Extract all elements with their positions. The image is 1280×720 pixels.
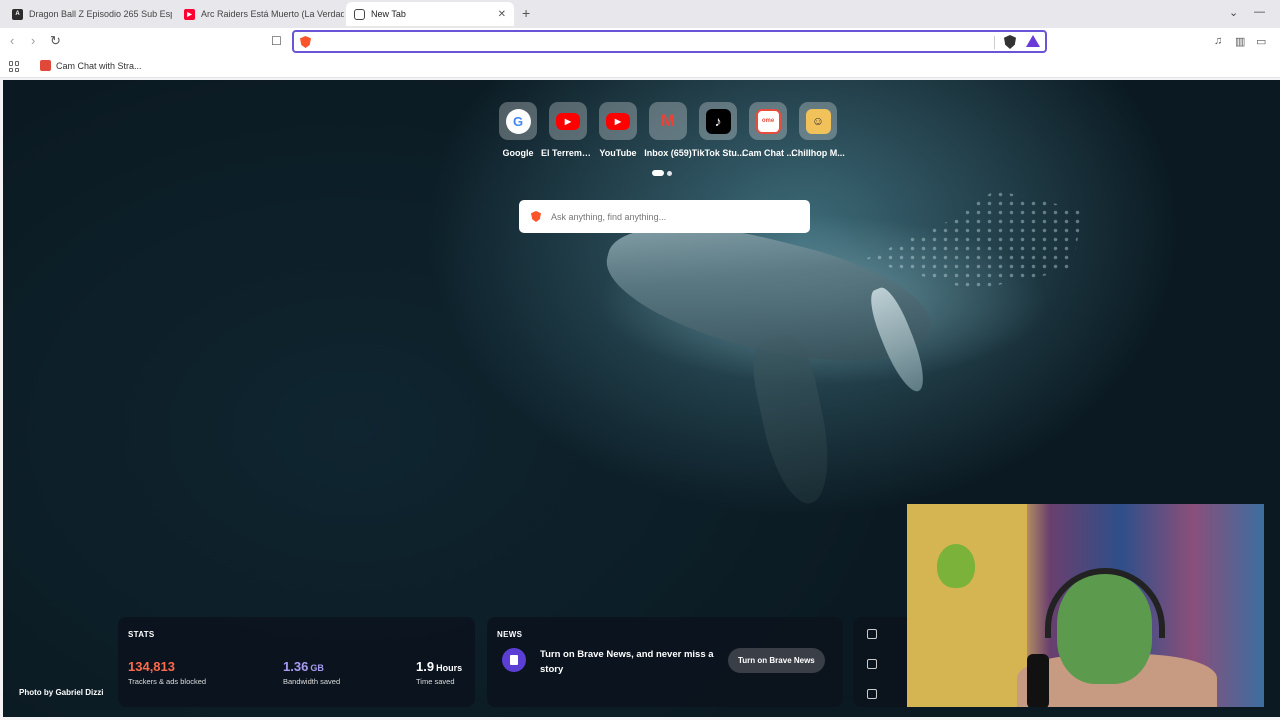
stat-time: 1.9 Hours Time saved: [416, 659, 462, 686]
bandwidth-caption: Bandwidth saved: [283, 677, 341, 686]
stats-heading: STATS: [128, 630, 155, 639]
background-bubbles: [863, 190, 1083, 290]
top-site-google[interactable]: G Google: [493, 102, 543, 158]
time-caption: Time saved: [416, 677, 455, 686]
side-widget: [853, 617, 913, 707]
webcam-wall: [907, 504, 1027, 707]
forward-icon[interactable]: ›: [31, 34, 35, 48]
ani-icon: A: [12, 8, 23, 20]
bookmark-icon[interactable]: ☐: [271, 34, 282, 48]
trackers-caption: Trackers & ads blocked: [128, 677, 207, 686]
stat-bandwidth: 1.36 GB Bandwidth saved: [283, 659, 340, 686]
top-site-label: Google: [502, 148, 534, 158]
tab-arc-raiders[interactable]: ▶ Arc Raiders Está Muerto (La Verdad q: [176, 2, 344, 26]
tab-dragon-ball[interactable]: A Dragon Ball Z Episodio 265 Sub Espa: [4, 2, 172, 26]
shield-icon[interactable]: [867, 629, 877, 639]
webcam-headset: [1045, 568, 1165, 638]
tab-new-tab[interactable]: New Tab ✕: [346, 2, 514, 26]
media-icon[interactable]: ♫: [1214, 35, 1222, 47]
news-icon: [502, 648, 526, 672]
webcam-overlay: [907, 504, 1264, 707]
page-dot-active[interactable]: [652, 170, 664, 176]
google-icon: G: [505, 108, 531, 134]
back-icon[interactable]: ‹: [10, 34, 14, 48]
gmail-icon: M: [660, 111, 676, 130]
turn-on-news-button[interactable]: Turn on Brave News: [728, 648, 825, 673]
search-placeholder: Ask anything, find anything...: [551, 211, 667, 222]
bandwidth-value: 1.36: [283, 659, 309, 674]
brave-lion-icon: [531, 211, 541, 222]
address-bar[interactable]: [292, 30, 1047, 53]
news-widget: NEWS Turn on Brave News, and never miss …: [487, 617, 843, 707]
top-sites: G Google ▶ El Terremot... ▶ YouTube M In…: [493, 102, 845, 158]
youtube-icon: ▶: [556, 112, 580, 130]
webcam-alien-figure: [937, 544, 975, 588]
talk-icon[interactable]: [867, 689, 877, 699]
bookmark-label: Cam Chat with Stra...: [56, 60, 142, 71]
stats-widget: STATS 134,813 Trackers & ads blocked 1.3…: [118, 617, 475, 707]
tab-title: Dragon Ball Z Episodio 265 Sub Espa: [29, 9, 172, 19]
youtube-icon: ▶: [184, 8, 195, 20]
top-site-label: Inbox (659): [644, 148, 692, 158]
top-site-cam-chat[interactable]: ome Cam Chat ...: [742, 102, 795, 158]
close-icon[interactable]: ✕: [498, 9, 506, 20]
tab-strip: A Dragon Ball Z Episodio 265 Sub Espa ▶ …: [0, 0, 1280, 28]
minimize-icon[interactable]: —: [1254, 6, 1265, 18]
bookmark-cam-chat[interactable]: Cam Chat with Stra...: [40, 60, 142, 71]
apps-grid-icon[interactable]: [9, 61, 20, 72]
time-unit: Hours: [436, 663, 463, 673]
time-value: 1.9: [416, 659, 435, 674]
page-dot[interactable]: [667, 170, 672, 176]
chillhop-icon: ☺: [805, 108, 831, 134]
ometv-icon: ome: [755, 108, 781, 134]
ometv-icon: [40, 60, 51, 71]
news-heading: NEWS: [497, 630, 523, 639]
top-site-label: El Terremot...: [541, 148, 595, 158]
tab-title: Arc Raiders Está Muerto (La Verdad q: [201, 9, 344, 19]
tab-search-chevron-icon[interactable]: ⌄: [1229, 6, 1238, 19]
youtube-icon: ▶: [606, 112, 630, 130]
bandwidth-unit: GB: [310, 663, 324, 673]
tab-title: New Tab: [371, 9, 406, 19]
top-site-label: TikTok Stu...: [691, 148, 745, 158]
brave-icon: [354, 8, 365, 20]
brave-shields-icon[interactable]: [1004, 35, 1016, 49]
news-promo-text: Turn on Brave News, and never miss a sto…: [540, 649, 714, 675]
top-site-el-terremoto[interactable]: ▶ El Terremot...: [541, 102, 595, 158]
brave-rewards-icon[interactable]: [1026, 35, 1040, 47]
trackers-value: 134,813: [128, 659, 175, 674]
top-site-inbox[interactable]: M Inbox (659): [643, 102, 693, 158]
top-sites-pager[interactable]: [652, 170, 672, 176]
tiktok-icon: ♪: [705, 108, 731, 134]
search-box[interactable]: Ask anything, find anything...: [519, 200, 810, 233]
reload-icon[interactable]: ↻: [50, 34, 61, 48]
top-site-label: Cam Chat ...: [742, 148, 795, 158]
top-site-label: Chillhop M...: [791, 148, 845, 158]
photo-credit: Photo by Gabriel Dizzi: [19, 688, 104, 697]
rewards-icon[interactable]: [867, 659, 877, 669]
top-site-chillhop[interactable]: ☺ Chillhop M...: [791, 102, 845, 158]
webcam-microphone: [1027, 654, 1049, 707]
stat-trackers: 134,813 Trackers & ads blocked: [128, 659, 206, 686]
top-site-tiktok[interactable]: ♪ TikTok Stu...: [691, 102, 745, 158]
new-tab-button[interactable]: +: [522, 6, 530, 20]
top-site-youtube[interactable]: ▶ YouTube: [593, 102, 643, 158]
sidebar-icon[interactable]: ▥: [1235, 35, 1245, 48]
toolbar: ‹ › ↻ ☐ ♫ ▥ ▭: [0, 28, 1280, 56]
bookmarks-bar: Cam Chat with Stra...: [0, 56, 1280, 78]
brave-lion-icon: [300, 36, 311, 48]
wallet-icon[interactable]: ▭: [1256, 35, 1266, 48]
divider: [994, 36, 995, 49]
top-site-label: YouTube: [599, 148, 637, 158]
